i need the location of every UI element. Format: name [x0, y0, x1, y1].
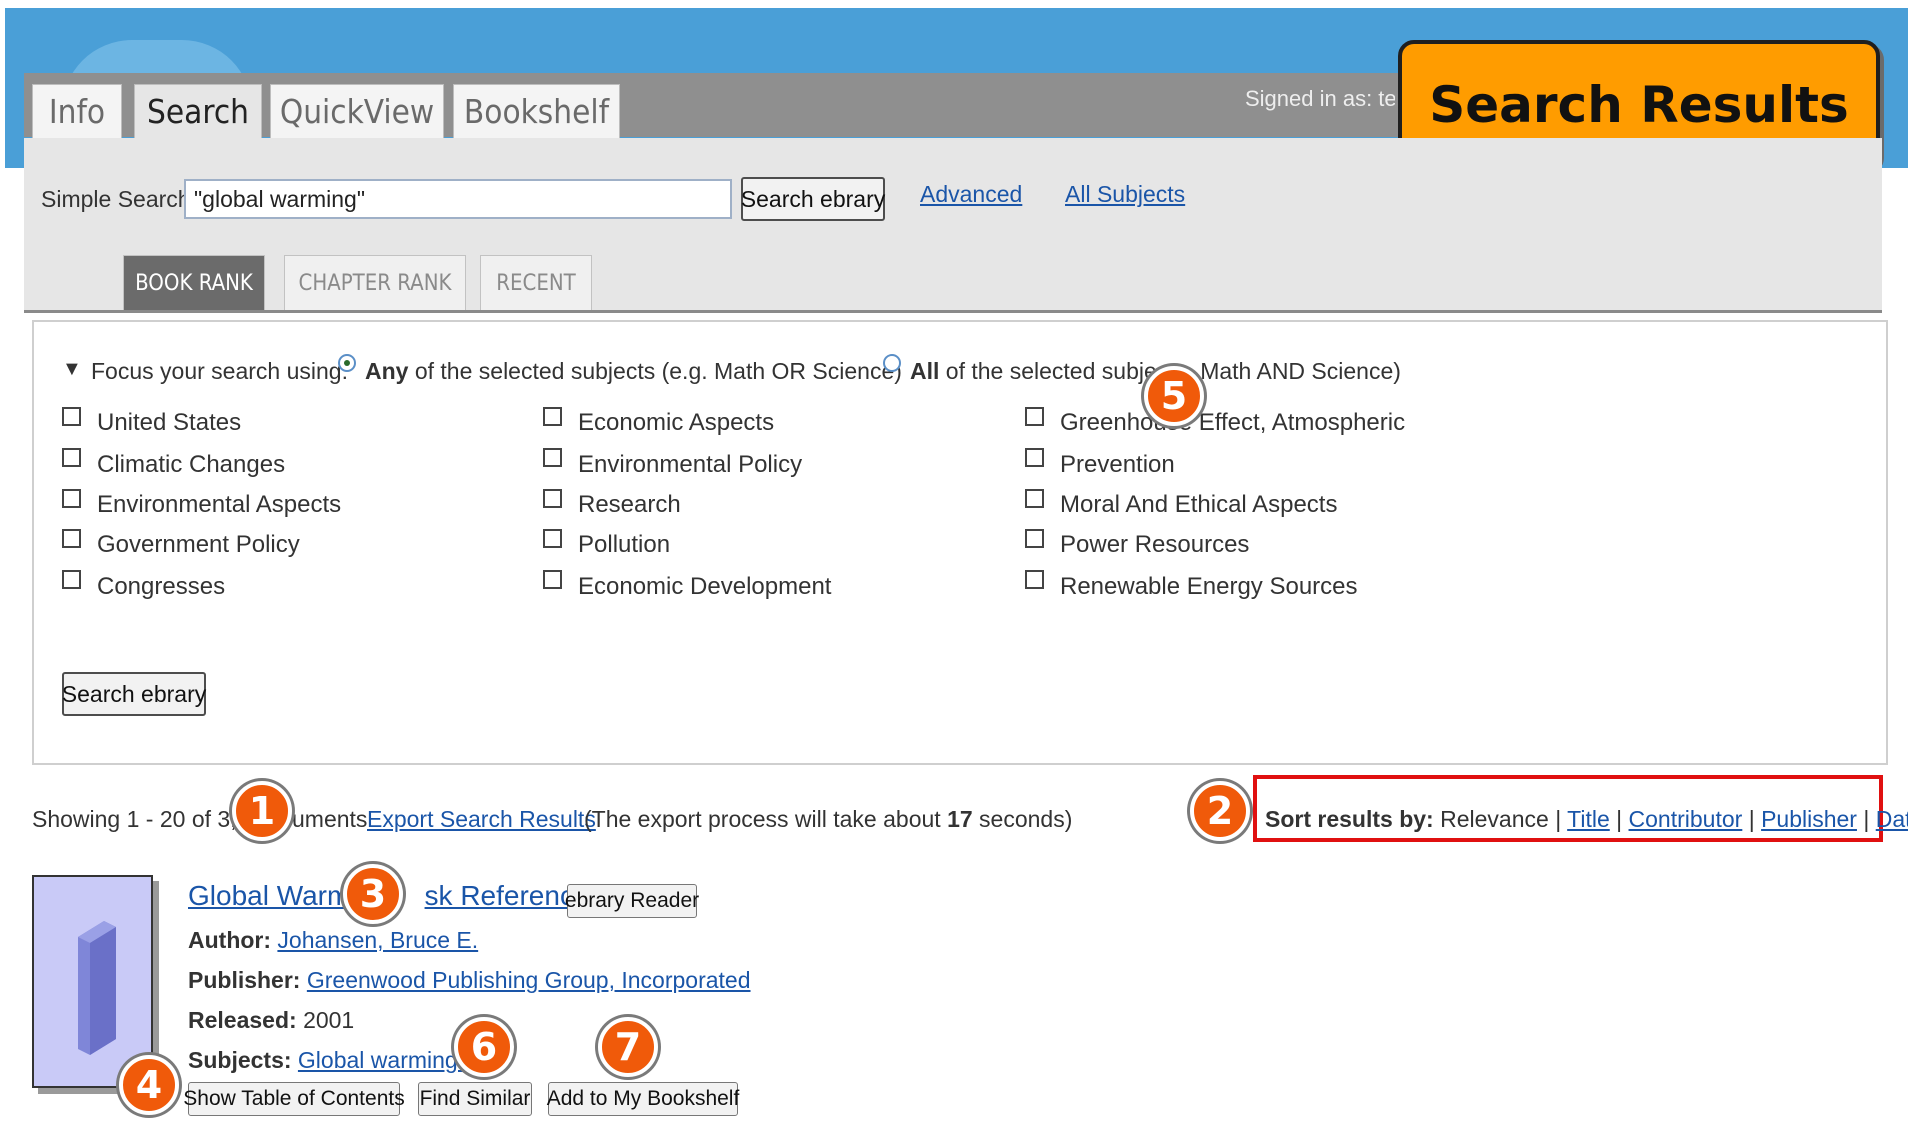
subject-label: Economic Aspects	[578, 409, 775, 436]
subject-checkbox[interactable]	[62, 448, 81, 467]
subject-label: Research	[578, 491, 681, 518]
all-subjects-radio[interactable]	[883, 354, 901, 372]
subject-label: Environmental Policy	[578, 451, 803, 478]
subject-checkbox[interactable]	[1025, 407, 1044, 426]
subject-label: Economic Development	[578, 573, 832, 600]
search-ebrary-button[interactable]: Search ebrary	[741, 177, 885, 221]
export-note: (The export process will take about 17 s…	[584, 806, 1073, 832]
subject-label: Climatic Changes	[97, 451, 286, 478]
tab-book-rank[interactable]: BOOK RANK	[123, 255, 265, 311]
sort-bar: Sort results by: Relevance | Title | Con…	[1265, 806, 1908, 833]
focus-panel	[32, 320, 1888, 765]
simple-search-input[interactable]	[184, 179, 732, 219]
sort-current: Relevance	[1440, 806, 1549, 832]
publisher-link[interactable]: Greenwood Publishing Group, Incorporated	[307, 967, 751, 993]
find-similar-button[interactable]: Find Similar	[418, 1082, 532, 1116]
add-to-bookshelf-button[interactable]: Add to My Bookshelf	[547, 1082, 739, 1116]
sort-label: Sort results by:	[1265, 806, 1434, 832]
tab-bookshelf[interactable]: Bookshelf	[453, 84, 620, 138]
sort-contributor-link[interactable]: Contributor	[1629, 806, 1743, 832]
tab-search[interactable]: Search	[134, 84, 262, 138]
sort-date-link[interactable]: Date	[1876, 806, 1908, 832]
tab-chapter-rank[interactable]: CHAPTER RANK	[284, 255, 466, 311]
subject-checkbox[interactable]	[543, 448, 562, 467]
subject-label: Renewable Energy Sources	[1060, 573, 1358, 600]
subject-label: Pollution	[578, 531, 671, 558]
advanced-search-link[interactable]: Advanced	[920, 181, 1022, 208]
subject-label: Environmental Aspects	[97, 491, 342, 518]
sort-publisher-link[interactable]: Publisher	[1761, 806, 1857, 832]
publisher-row: Publisher: Greenwood Publishing Group, I…	[188, 967, 751, 993]
subject-checkbox[interactable]	[1025, 489, 1044, 508]
book-cover[interactable]	[32, 875, 153, 1088]
subject-label: Moral And Ethical Aspects	[1060, 491, 1338, 518]
subject-checkbox[interactable]	[62, 489, 81, 508]
subject-checkbox[interactable]	[543, 407, 562, 426]
subject-label: Government Policy	[97, 531, 300, 558]
tab-divider	[24, 310, 1882, 313]
subject-checkbox[interactable]	[543, 570, 562, 589]
tab-recent[interactable]: RECENT	[480, 255, 592, 311]
signed-in-text: Signed in as: ter	[1245, 86, 1395, 111]
any-subjects-label: Any of the selected subjects (e.g. Math …	[365, 358, 902, 384]
all-subjects-link[interactable]: All Subjects	[1065, 181, 1185, 208]
annotation-badge-1: 1	[232, 781, 292, 841]
ebrary-reader-button[interactable]: ebrary Reader	[565, 884, 699, 918]
export-results-link[interactable]: Export Search Results	[367, 806, 596, 833]
author-link[interactable]: Johansen, Bruce E.	[277, 927, 478, 953]
subjects-row: Subjects: Global warming.	[188, 1047, 465, 1073]
tab-info[interactable]: Info	[32, 84, 122, 138]
tab-quickview[interactable]: QuickView	[270, 84, 444, 138]
subject-checkbox[interactable]	[62, 407, 81, 426]
subject-checkbox[interactable]	[62, 570, 81, 589]
subject-label: Congresses	[97, 573, 226, 600]
subject-checkbox[interactable]	[1025, 529, 1044, 548]
subject-checkbox[interactable]	[1025, 448, 1044, 467]
focus-search-button[interactable]: Search ebrary	[62, 672, 206, 716]
annotation-badge-7: 7	[598, 1017, 658, 1077]
annotation-badge-4: 4	[119, 1055, 179, 1115]
subject-label: United States	[97, 409, 242, 436]
subject-label: Prevention	[1060, 451, 1175, 478]
annotation-badge-5: 5	[1144, 366, 1204, 426]
subject-checkbox[interactable]	[543, 529, 562, 548]
released-row: Released: 2001	[188, 1007, 355, 1033]
collapse-arrow-icon[interactable]: ▼	[62, 358, 82, 381]
subject-label: Power Resources	[1060, 531, 1250, 558]
simple-search-label: Simple Search:	[41, 186, 197, 212]
any-subjects-radio[interactable]	[338, 354, 356, 372]
subject-link[interactable]: Global warming.	[298, 1047, 464, 1073]
author-row: Author: Johansen, Bruce E.	[188, 927, 479, 953]
results-count: Showing 1 - 20 of 3,62	[32, 806, 263, 832]
subject-checkbox[interactable]	[1025, 570, 1044, 589]
focus-label: Focus your search using:	[91, 358, 348, 384]
show-toc-button[interactable]: Show Table of Contents	[183, 1082, 405, 1116]
annotation-badge-2: 2	[1190, 781, 1250, 841]
annotation-badge-3: 3	[343, 864, 403, 924]
results-count-tail: uments	[292, 806, 368, 832]
subject-checkbox[interactable]	[62, 529, 81, 548]
book-icon	[78, 921, 116, 1055]
subject-label: Greenhouse Effect, Atmospheric	[1060, 409, 1406, 436]
annotation-badge-6: 6	[454, 1017, 514, 1077]
sort-title-link[interactable]: Title	[1567, 806, 1610, 832]
subject-checkbox[interactable]	[543, 489, 562, 508]
